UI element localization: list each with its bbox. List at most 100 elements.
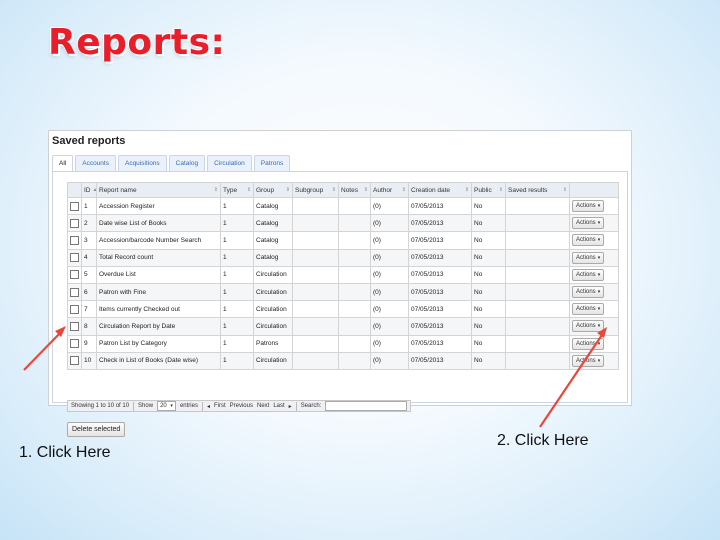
column-header-author[interactable]: Author ⇕ bbox=[370, 182, 409, 198]
cell-public: No bbox=[471, 282, 506, 302]
row-checkbox[interactable] bbox=[70, 356, 79, 366]
column-header-label: Creation date bbox=[411, 186, 451, 194]
cell-actions: Actions ▾ bbox=[569, 265, 619, 284]
actions-button[interactable]: Actions ▾ bbox=[572, 268, 605, 281]
cell-type: 1 bbox=[220, 196, 254, 216]
row-checkbox[interactable] bbox=[70, 235, 79, 245]
cell-public: No bbox=[471, 351, 506, 370]
tab-acquisitions[interactable]: Acquisitions bbox=[117, 155, 167, 171]
caret-down-icon: ▾ bbox=[597, 340, 601, 347]
column-header-creation-date[interactable]: Creation date ⇕ bbox=[408, 182, 472, 198]
cell-date: 07/05/2013 bbox=[408, 351, 472, 370]
actions-button-label: Actions bbox=[576, 323, 596, 330]
column-header-label: Type bbox=[223, 186, 238, 194]
previous-page-link[interactable]: Previous bbox=[230, 403, 253, 409]
row-checkbox[interactable] bbox=[70, 253, 79, 263]
cell-actions: Actions ▾ bbox=[569, 334, 619, 353]
row-checkbox[interactable] bbox=[70, 270, 79, 280]
sort-icon: ⇕ bbox=[562, 186, 567, 193]
actions-button[interactable]: Actions ▾ bbox=[572, 286, 605, 299]
cell-type: 1 bbox=[220, 231, 254, 250]
last-page-link[interactable]: Last bbox=[273, 403, 284, 409]
cell-type: 1 bbox=[220, 300, 254, 319]
cell-type: 1 bbox=[220, 334, 254, 353]
pager-separator bbox=[133, 401, 135, 411]
cell-saved bbox=[505, 300, 570, 319]
column-header-inner: Type ⇕ bbox=[223, 187, 251, 194]
entries-per-page-select[interactable]: 20 ▾ bbox=[157, 401, 176, 411]
cell-saved bbox=[505, 351, 570, 370]
cell-date: 07/05/2013 bbox=[408, 300, 472, 319]
row-checkbox[interactable] bbox=[70, 218, 79, 228]
actions-button[interactable]: Actions ▾ bbox=[572, 337, 605, 350]
column-header-subgroup[interactable]: Subgroup ⇕ bbox=[292, 182, 339, 198]
next-page-link[interactable]: Next bbox=[257, 403, 269, 409]
cell-public: No bbox=[471, 196, 506, 216]
cell-subgroup bbox=[292, 282, 339, 302]
column-header-inner: Notes ⇕ bbox=[341, 187, 368, 194]
row-select-cell bbox=[67, 351, 82, 370]
column-header-label: Notes bbox=[341, 186, 358, 194]
reports-table: ID▲Report name⇕Type⇕Group⇕Subgroup⇕Notes… bbox=[67, 182, 619, 370]
sort-icon: ⇕ bbox=[464, 186, 469, 193]
row-select-cell bbox=[67, 196, 82, 216]
cell-group: Catalog bbox=[253, 196, 293, 216]
row-checkbox[interactable] bbox=[70, 201, 79, 211]
actions-button[interactable]: Actions ▾ bbox=[572, 354, 605, 367]
tab-all[interactable]: All bbox=[52, 155, 74, 172]
actions-button[interactable]: Actions ▾ bbox=[572, 234, 605, 247]
column-header-group[interactable]: Group ⇕ bbox=[253, 182, 293, 198]
column-header-notes[interactable]: Notes ⇕ bbox=[338, 182, 371, 198]
first-page-link[interactable]: First bbox=[214, 403, 226, 409]
page-title: Saved reports bbox=[52, 135, 126, 147]
report-tabs: All Accounts Acquisitions Catalog Circulatio… bbox=[52, 155, 292, 172]
cell-saved bbox=[505, 265, 570, 284]
column-header-inner: Creation date ⇕ bbox=[411, 187, 469, 194]
cell-author: (0) bbox=[370, 196, 409, 216]
column-header-report-name[interactable]: Report name ⇕ bbox=[96, 182, 221, 198]
column-header-type[interactable]: Type ⇕ bbox=[220, 182, 254, 198]
cell-id: 9 bbox=[81, 334, 97, 353]
actions-button[interactable]: Actions ▾ bbox=[572, 320, 605, 333]
row-select-cell bbox=[67, 214, 82, 233]
cell-author: (0) bbox=[370, 265, 409, 284]
delete-selected-button[interactable]: Delete selected bbox=[67, 422, 126, 437]
caret-down-icon: ▾ bbox=[597, 306, 601, 313]
caret-down-icon: ▾ bbox=[597, 289, 601, 296]
actions-button-label: Actions bbox=[576, 289, 596, 296]
cell-group: Catalog bbox=[253, 248, 293, 267]
tab-accounts[interactable]: Accounts bbox=[75, 155, 116, 171]
caret-down-icon: ▾ bbox=[597, 271, 601, 278]
cell-date: 07/05/2013 bbox=[408, 317, 472, 336]
search-input[interactable] bbox=[325, 401, 408, 411]
row-select-cell bbox=[67, 300, 82, 319]
column-header-id[interactable]: ID▲ bbox=[81, 182, 97, 198]
cell-notes bbox=[338, 282, 371, 302]
actions-button[interactable]: Actions ▾ bbox=[572, 303, 605, 316]
cell-type: 1 bbox=[220, 248, 254, 267]
tab-circulation[interactable]: Circulation bbox=[207, 155, 252, 171]
column-header-saved-results[interactable]: Saved results ⇕ bbox=[505, 182, 570, 198]
row-select-cell bbox=[67, 282, 82, 302]
tab-catalog[interactable]: Catalog bbox=[168, 155, 206, 171]
row-select-cell bbox=[67, 334, 82, 353]
actions-button-label: Actions bbox=[576, 254, 596, 261]
column-header-inner: ID▲ bbox=[84, 187, 96, 194]
cell-actions: Actions ▾ bbox=[569, 317, 619, 336]
first-page-icon: ◂ bbox=[206, 403, 210, 410]
row-checkbox[interactable] bbox=[70, 304, 79, 314]
cell-type: 1 bbox=[220, 317, 254, 336]
row-checkbox[interactable] bbox=[70, 287, 79, 297]
actions-button[interactable]: Actions ▾ bbox=[572, 217, 605, 230]
row-checkbox[interactable] bbox=[70, 321, 79, 331]
column-header-public[interactable]: Public ⇕ bbox=[471, 182, 506, 198]
cell-type: 1 bbox=[220, 351, 254, 370]
column-header-label: Report name bbox=[99, 186, 137, 194]
cell-public: No bbox=[471, 300, 506, 319]
actions-button[interactable]: Actions ▾ bbox=[572, 251, 605, 264]
tab-patrons[interactable]: Patrons bbox=[253, 155, 291, 171]
cell-group: Patrons bbox=[253, 334, 293, 353]
actions-button[interactable]: Actions ▾ bbox=[572, 200, 605, 213]
cell-notes bbox=[338, 196, 371, 216]
row-checkbox[interactable] bbox=[70, 339, 79, 349]
